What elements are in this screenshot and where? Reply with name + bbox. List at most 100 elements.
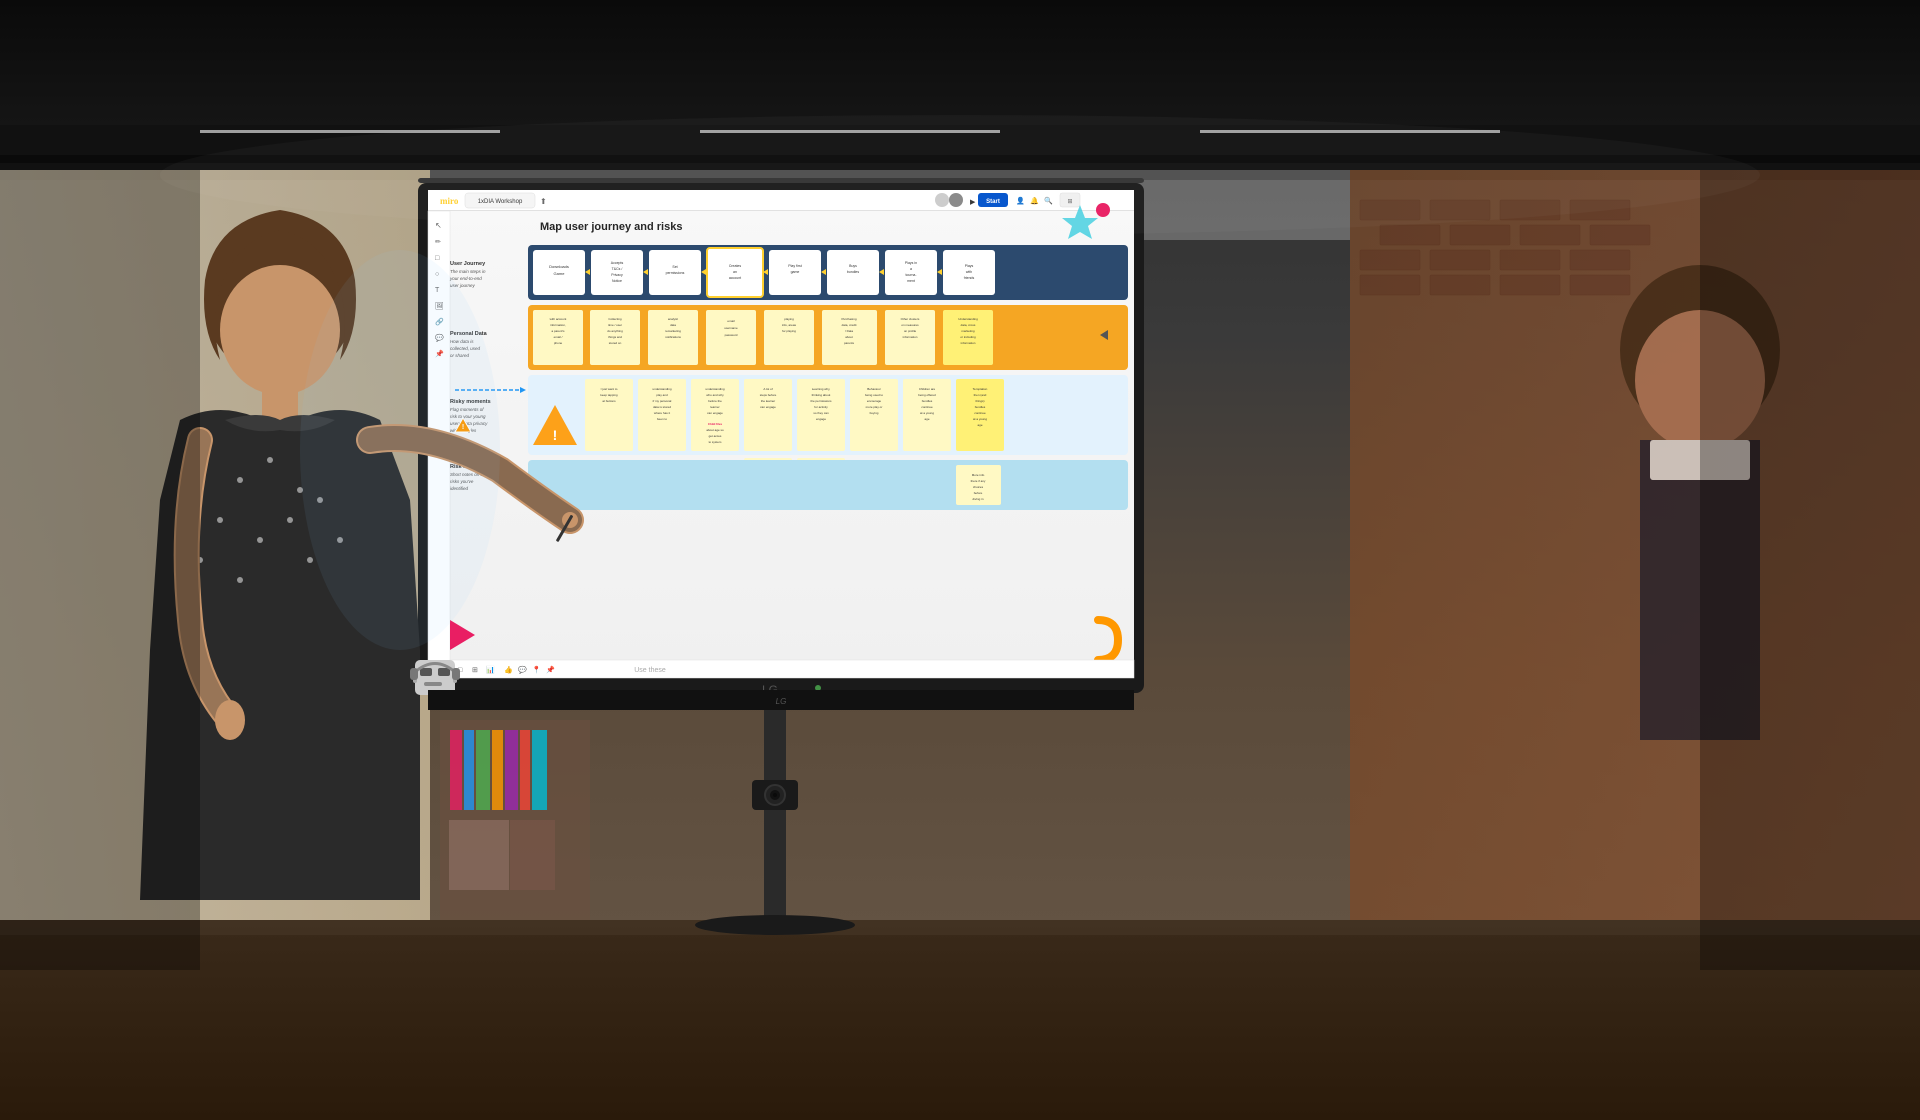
svg-text:User Journey: User Journey [450,261,486,267]
svg-text:being used to: being used to [865,393,883,397]
svg-text:Behaviour: Behaviour [867,387,881,391]
svg-text:stored on: stored on [609,341,622,345]
svg-text:age: age [924,417,929,421]
svg-text:at a young: at a young [973,417,987,421]
svg-text:account: account [729,276,741,280]
svg-text:Accepts: Accepts [611,261,624,265]
svg-text:notifications: notifications [665,335,681,339]
svg-text:information,: information, [550,323,566,327]
svg-text:information: information [903,335,918,339]
svg-text:an: an [733,270,737,274]
svg-text:choices: choices [973,485,984,489]
svg-text:with: with [966,270,972,274]
svg-text:on measures: on measures [901,323,919,327]
svg-text:the permissions: the permissions [810,399,832,403]
svg-text:Plays: Plays [965,264,974,268]
svg-text:💬: 💬 [518,665,527,674]
svg-text:on profile: on profile [904,329,917,333]
svg-text:Understanding: Understanding [958,317,978,321]
svg-text:data, credit: data, credit [842,323,857,327]
svg-text:more play or: more play or [866,405,883,409]
svg-text:at a young: at a young [920,411,934,415]
svg-text:email: email [727,319,735,323]
robot-head [410,660,460,695]
svg-text:diving in: diving in [972,497,983,501]
svg-text:the learner: the learner [761,399,775,403]
svg-text:time / user: time / user [608,323,622,327]
svg-text:being offered: being offered [918,393,936,397]
svg-text:📌: 📌 [546,665,555,674]
svg-text:!: ! [553,427,558,443]
svg-text:👍: 👍 [504,665,513,674]
svg-text:Set: Set [672,265,677,269]
svg-text:about: about [845,335,853,339]
svg-text:I just want to: I just want to [601,387,618,391]
svg-text:Use these: Use these [634,667,666,674]
svg-text:tourna-: tourna- [905,273,917,277]
svg-text:game: game [791,270,800,274]
svg-text:password: password [725,333,738,337]
svg-text:bundles: bundles [975,405,986,409]
svg-text:buying: buying [870,411,879,415]
svg-text:keep tapping: keep tapping [600,393,618,397]
svg-text:things and: things and [608,335,622,339]
svg-text:can engage: can engage [760,405,776,409]
svg-text:playing: playing [784,317,794,321]
svg-text:analytic: analytic [668,317,679,321]
svg-text:do anything: do anything [607,329,623,333]
svg-text:bundles: bundles [847,270,860,274]
svg-text:remarketing: remarketing [665,329,681,333]
svg-text:a: a [910,267,912,271]
svg-text:bundles: bundles [922,399,933,403]
svg-text:data is stored: data is stored [653,405,671,409]
svg-text:📍: 📍 [532,665,541,674]
svg-text:/ Data: / Data [845,329,853,333]
svg-text:T&Cs /: T&Cs / [612,267,623,271]
svg-text:Learning why,: Learning why, [812,387,831,391]
svg-text:↖: ↖ [435,221,442,230]
svg-text:with account: with account [550,317,567,321]
svg-text:your end-to-end: your end-to-end [449,276,482,281]
svg-text:play and: play and [656,393,668,397]
svg-text:More info: More info [972,473,985,477]
svg-text:✏: ✏ [435,239,441,246]
svg-text:before the: before the [708,399,722,403]
svg-text:understanding: understanding [652,387,671,391]
svg-text:Notice: Notice [612,279,622,283]
svg-text:LG: LG [776,697,787,706]
svg-text:continue: continue [974,411,986,415]
svg-text:learner: learner [710,405,719,409]
svg-text:ment: ment [907,279,915,283]
svg-text:phone: phone [554,341,563,345]
svg-text:there if any: there if any [971,479,986,483]
svg-text:so they can: so they can [813,411,829,415]
svg-text:Children are: Children are [919,387,936,391]
svg-text:before: before [974,491,983,495]
svg-text:Other clusters: Other clusters [901,317,920,321]
svg-text:username: username [724,326,738,330]
svg-text:Downloads: Downloads [549,264,569,269]
svg-text:📊: 📊 [486,665,495,674]
svg-text:Child files: Child files [708,422,723,426]
svg-text:if my personal: if my personal [653,399,672,403]
svg-text:email /: email / [554,335,563,339]
svg-text:who and why: who and why [706,393,724,397]
svg-text:Collecting: Collecting [608,317,622,321]
svg-text:information: information [961,341,976,345]
svg-text:Purchasing: Purchasing [841,317,856,321]
svg-text:encourage: encourage [867,399,882,403]
svg-text:where has it: where has it [654,411,670,415]
svg-text:engage: engage [816,417,826,421]
svg-text:then (and: then (and [974,393,987,397]
svg-text:The main steps in: The main steps in [450,269,486,274]
svg-text:info, areas: info, areas [782,323,797,327]
svg-text:can engage: can engage [707,411,723,415]
svg-text:age: age [977,423,982,427]
svg-text:A lot of: A lot of [763,387,772,391]
svg-text:for activity: for activity [814,405,828,409]
svg-text:marketing: marketing [961,329,975,333]
svg-text:friends: friends [964,276,975,280]
svg-text:data: data [670,323,676,327]
svg-text:permissions: permissions [666,271,685,275]
svg-text:to system: to system [709,440,722,444]
